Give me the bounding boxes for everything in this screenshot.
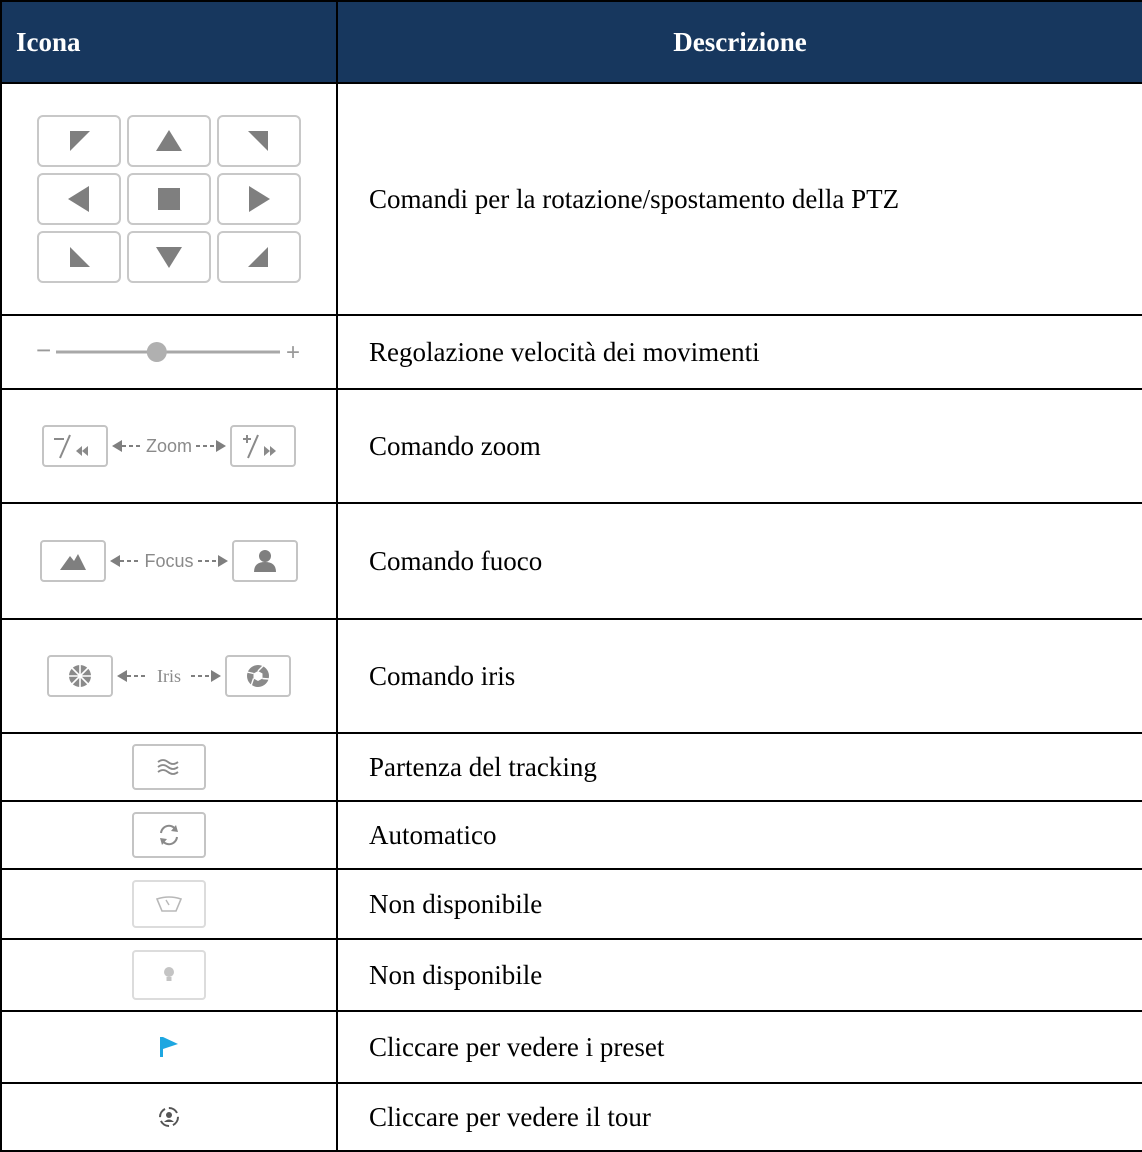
slider-thumb[interactable] [146, 342, 167, 362]
focus-controls: Focus [40, 540, 298, 582]
table-row: Automatico [0, 800, 1142, 870]
iris-cell: Iris [0, 618, 338, 734]
light-button[interactable] [132, 950, 206, 1000]
icon-description-table: Icona Descrizione Comandi per la rotazio… [0, 0, 1142, 1152]
table-row: Non disponibile [0, 938, 1142, 1012]
auto-rotate-button[interactable] [132, 812, 206, 858]
header-icon-column: Icona [0, 0, 338, 84]
table-header-row: Icona Descrizione [0, 0, 1142, 84]
ptz-down-right-button[interactable] [217, 231, 301, 283]
ptz-down-left-button[interactable] [37, 231, 121, 283]
arrow-right-icon [191, 670, 221, 682]
table-row: Partenza del tracking [0, 732, 1142, 802]
ptz-up-button[interactable] [127, 115, 211, 167]
table-row: Zoom Comando zoom [0, 388, 1142, 504]
table-row: Comandi per la rotazione/spostamento del… [0, 82, 1142, 316]
row-description: Comando iris [336, 618, 1142, 734]
ptz-stop-button[interactable] [127, 173, 211, 225]
zoom-controls: Zoom [41, 425, 296, 467]
light-cell [0, 938, 338, 1012]
light-bulb-icon [164, 967, 174, 981]
ptz-up-left-button[interactable] [37, 115, 121, 167]
ptz-down-button[interactable] [127, 231, 211, 283]
zoom-out-icon [53, 434, 88, 459]
arrow-left-icon [68, 186, 89, 212]
auto-rotate-icon [160, 824, 178, 846]
slider-minus-icon[interactable]: − [36, 335, 51, 365]
table-row: Cliccare per vedere il tour [0, 1082, 1142, 1152]
wiper-button[interactable] [132, 880, 206, 928]
stop-square-icon [158, 188, 180, 210]
ptz-direction-pad [37, 115, 301, 283]
tour-icon[interactable] [156, 1104, 182, 1130]
arrow-up-right-icon [248, 131, 268, 151]
row-description: Partenza del tracking [336, 732, 1142, 802]
arrow-left-icon [110, 555, 141, 567]
table-row: Non disponibile [0, 868, 1142, 940]
zoom-cell: Zoom [0, 388, 338, 504]
focus-label: Focus [144, 550, 194, 571]
row-description: Automatico [336, 800, 1142, 870]
arrow-down-right-icon [248, 247, 268, 267]
person-icon [253, 550, 276, 572]
row-description: Non disponibile [336, 938, 1142, 1012]
auto-cell [0, 800, 338, 870]
focus-cell: Focus [0, 502, 338, 620]
iris-open-button[interactable] [225, 655, 291, 697]
ptz-right-button[interactable] [217, 173, 301, 225]
table-row: Iris Comando iris [0, 618, 1142, 734]
focus-far-button[interactable] [40, 540, 107, 582]
speed-slider-cell: − + [0, 314, 338, 390]
wiper-icon [155, 896, 183, 912]
aperture-closed-icon [69, 665, 91, 687]
arrow-left-icon [117, 670, 147, 682]
iris-label: Iris [157, 665, 181, 686]
focus-near-button[interactable] [231, 540, 298, 582]
preset-flag-icon[interactable] [156, 1034, 182, 1060]
arrow-right-icon [196, 440, 226, 452]
row-description: Cliccare per vedere i preset [336, 1010, 1142, 1084]
aperture-open-icon [246, 664, 270, 687]
zoom-label: Zoom [145, 435, 192, 456]
ptz-pad-cell [0, 82, 338, 316]
wiper-cell [0, 868, 338, 940]
tour-cell [0, 1082, 338, 1152]
arrow-up-icon [156, 130, 182, 151]
mountain-icon [60, 554, 87, 570]
zoom-in-icon [243, 434, 276, 459]
zoom-in-button[interactable] [230, 425, 296, 467]
arrow-right-icon [249, 186, 270, 212]
tracking-button[interactable] [132, 744, 206, 790]
row-description: Comandi per la rotazione/spostamento del… [336, 82, 1142, 316]
ptz-left-button[interactable] [37, 173, 121, 225]
table-row: Focus Comando fuoco [0, 502, 1142, 620]
table-row: Cliccare per vedere i preset [0, 1010, 1142, 1084]
row-description: Regolazione velocità dei movimenti [336, 314, 1142, 390]
table-row: − + Regolazione velocità dei movimenti [0, 314, 1142, 390]
row-description: Comando zoom [336, 388, 1142, 504]
slider-plus-icon[interactable]: + [286, 339, 300, 366]
iris-close-button[interactable] [47, 655, 113, 697]
row-description: Cliccare per vedere il tour [336, 1082, 1142, 1152]
row-description: Comando fuoco [336, 502, 1142, 620]
arrow-down-icon [156, 247, 182, 268]
row-description: Non disponibile [336, 868, 1142, 940]
iris-controls: Iris [47, 655, 291, 697]
preset-cell [0, 1010, 338, 1084]
arrow-up-left-icon [70, 131, 90, 151]
arrow-right-icon [197, 555, 228, 567]
speed-slider[interactable]: − + [34, 335, 304, 367]
arrow-down-left-icon [70, 247, 90, 267]
tracking-cell [0, 732, 338, 802]
ptz-up-right-button[interactable] [217, 115, 301, 167]
header-description-column: Descrizione [336, 0, 1142, 84]
zoom-out-button[interactable] [41, 425, 108, 467]
arrow-left-icon [111, 440, 142, 452]
tracking-icon [157, 759, 179, 775]
